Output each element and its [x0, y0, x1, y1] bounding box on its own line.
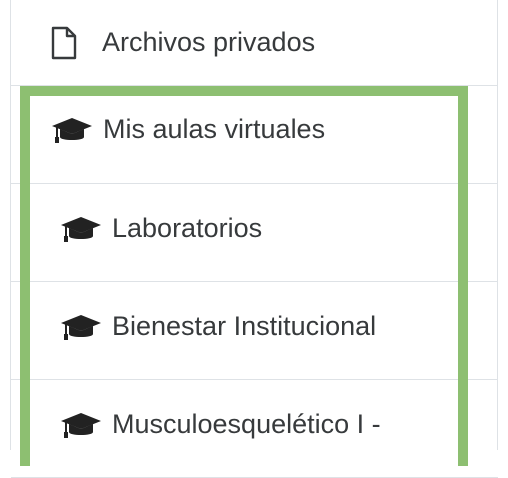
nav-item-label: Bienestar Institucional: [112, 311, 377, 341]
nav-item-label: Mis aulas virtuales: [103, 114, 326, 144]
nav-item-label: Archivos privados: [102, 27, 316, 57]
nav-item-course[interactable]: Bienestar Institucional: [60, 311, 376, 342]
graduation-cap-icon: [61, 314, 101, 340]
nav-item-course[interactable]: Musculoesquelético I -: [60, 409, 381, 440]
graduation-cap-icon: [52, 117, 92, 143]
nav-item-my-courses[interactable]: Mis aulas virtuales: [51, 114, 325, 145]
file-icon: [51, 26, 77, 59]
nav-item-course[interactable]: Laboratorios: [60, 213, 262, 244]
nav-item-private-files[interactable]: Archivos privados: [11, 0, 498, 86]
nav-item-label: Laboratorios: [112, 213, 263, 243]
graduation-cap-icon: [61, 412, 101, 438]
graduation-cap-icon: [61, 216, 101, 242]
nav-item-label: Musculoesquelético I -: [112, 409, 381, 439]
